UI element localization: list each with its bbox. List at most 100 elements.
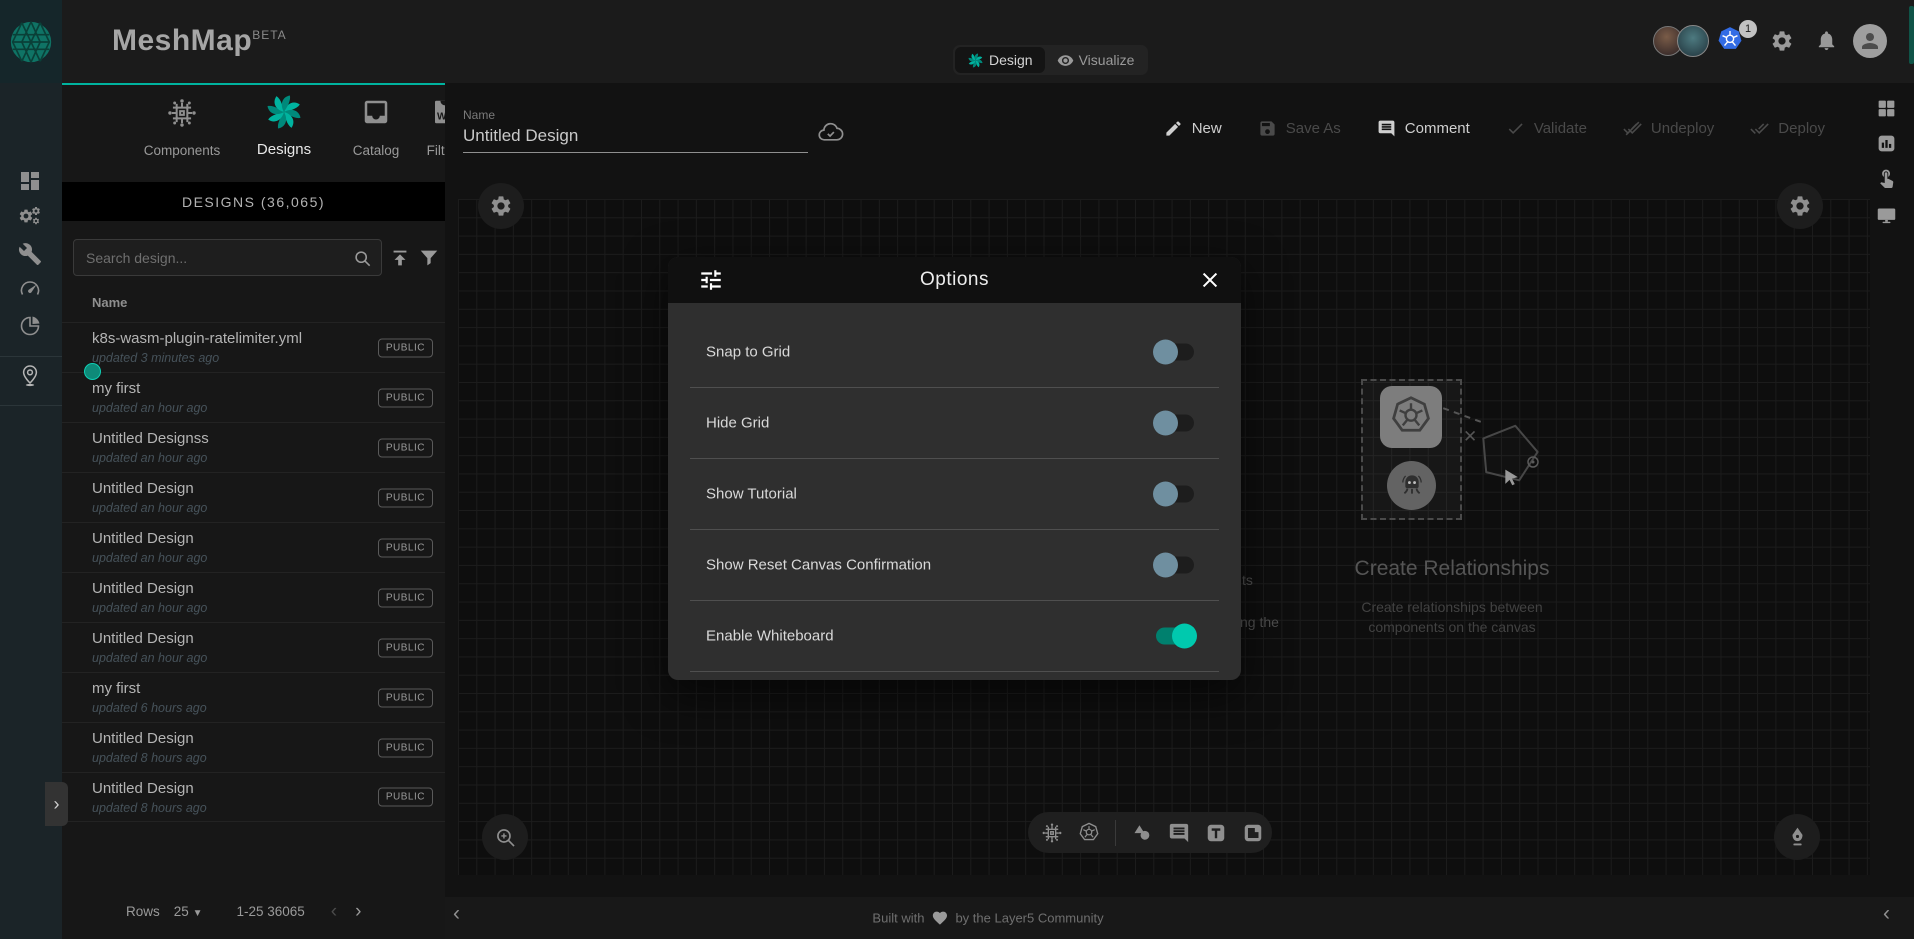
design-name: my first	[92, 680, 140, 697]
tab-design-label: Design	[989, 52, 1033, 68]
collaborator-dot	[84, 363, 101, 380]
deploy-button[interactable]: Deploy	[1750, 119, 1825, 138]
option-label: Show Tutorial	[706, 486, 797, 503]
performance-gauge-icon[interactable]	[18, 277, 42, 301]
tab-design[interactable]: Design	[955, 47, 1045, 73]
text-tool-icon[interactable]	[1205, 822, 1227, 844]
shapes-icon[interactable]	[1131, 822, 1153, 844]
option-show-tutorial: Show Tutorial	[690, 459, 1219, 530]
show-reset-canvas-confirmation-toggle[interactable]	[1156, 557, 1194, 574]
design-name-label: Name	[463, 108, 495, 122]
comment-button[interactable]: Comment	[1377, 119, 1470, 138]
collapse-left-chevron[interactable]: ‹	[453, 902, 460, 926]
list-item[interactable]: my firstupdated 6 hours agoPUBLIC	[62, 672, 445, 722]
option-show-reset-confirmation: Show Reset Canvas Confirmation	[690, 530, 1219, 601]
list-item[interactable]: Untitled Designupdated 8 hours agoPUBLIC	[62, 772, 445, 822]
designs-list: k8s-wasm-plugin-ratelimiter.ymlupdated 3…	[62, 322, 445, 822]
layer5-mesh-icon	[9, 20, 53, 64]
design-name-input[interactable]	[463, 126, 808, 153]
enable-whiteboard-toggle[interactable]	[1156, 628, 1194, 645]
lifecycle-gears-icon[interactable]	[18, 205, 42, 229]
comment-icon[interactable]	[1168, 822, 1190, 844]
app-title: MeshMapBETA	[112, 24, 287, 58]
prev-page-button[interactable]: ‹	[331, 902, 337, 921]
design-updated: updated an hour ago	[92, 551, 207, 565]
modal-title: Options	[668, 257, 1241, 303]
undeploy-button[interactable]: Undeploy	[1623, 119, 1714, 138]
canvas-config-button[interactable]	[1777, 183, 1823, 229]
right-drawer-handle[interactable]	[1909, 6, 1914, 64]
next-page-button[interactable]: ›	[355, 902, 361, 921]
dashboard-icon[interactable]	[18, 169, 42, 193]
snap-to-grid-toggle[interactable]	[1156, 344, 1194, 361]
kubernetes-mono-icon[interactable]	[1078, 822, 1100, 844]
squid-icon	[1395, 469, 1429, 503]
meshmap-pin-icon[interactable]	[18, 364, 42, 388]
beta-tag: BETA	[252, 28, 286, 42]
list-item[interactable]: k8s-wasm-plugin-ratelimiter.ymlupdated 3…	[62, 322, 445, 372]
option-label: Snap to Grid	[706, 344, 790, 361]
widgets-grid-icon[interactable]	[1876, 98, 1897, 119]
save-as-button[interactable]: Save As	[1258, 119, 1341, 138]
close-icon[interactable]	[1199, 269, 1221, 291]
tab-visualize[interactable]: Visualize	[1045, 47, 1147, 73]
layer5-logo[interactable]	[0, 0, 62, 83]
option-hide-grid: Hide Grid	[690, 388, 1219, 459]
search-icon	[352, 248, 373, 269]
pen-tool-button[interactable]	[1774, 814, 1820, 860]
search-input[interactable]	[84, 240, 344, 275]
notifications-bell-icon[interactable]	[1815, 29, 1838, 52]
profile-avatar[interactable]	[1853, 24, 1887, 58]
validate-button[interactable]: Validate	[1506, 119, 1587, 138]
hide-grid-toggle[interactable]	[1156, 415, 1194, 432]
footer-bar: Built with by the Layer5 Community	[445, 897, 1914, 939]
collaborator-avatar-2[interactable]	[1677, 25, 1709, 57]
extensions-pie-icon[interactable]	[18, 314, 42, 338]
components-chip-icon	[166, 97, 198, 129]
tab-components[interactable]: Components	[134, 87, 230, 171]
panel-expander-button[interactable]: ›	[45, 782, 68, 826]
visibility-badge: PUBLIC	[378, 388, 433, 407]
column-header-name: Name	[92, 295, 127, 310]
list-item[interactable]: Untitled Designupdated an hour agoPUBLIC	[62, 522, 445, 572]
configuration-tools-icon[interactable]	[18, 242, 42, 266]
monitor-icon[interactable]	[1876, 205, 1897, 226]
rows-label: Rows	[126, 904, 160, 919]
upload-icon[interactable]	[389, 247, 411, 269]
double-check-icon	[1750, 119, 1769, 138]
k8s-context-badge: 1	[1739, 20, 1757, 38]
save-icon	[1258, 119, 1277, 138]
list-item[interactable]: Untitled Designupdated 8 hours agoPUBLIC	[62, 722, 445, 772]
tab-catalog[interactable]: Catalog	[328, 87, 424, 171]
catalog-drawer-icon	[361, 97, 391, 127]
list-item[interactable]: Untitled Designupdated an hour agoPUBLIC	[62, 572, 445, 622]
new-button[interactable]: New	[1164, 119, 1222, 138]
touch-hand-icon[interactable]	[1876, 167, 1897, 188]
filter-funnel-icon[interactable]	[418, 247, 440, 269]
canvas-settings-button[interactable]	[478, 183, 524, 229]
design-name: Untitled Design	[92, 630, 194, 647]
pencil-icon	[1164, 119, 1183, 138]
design-name: Untitled Design	[92, 780, 194, 797]
gear-icon	[489, 194, 513, 218]
tab-designs[interactable]: Designs	[236, 87, 332, 171]
settings-gear-icon[interactable]	[1770, 29, 1794, 53]
list-item[interactable]: Untitled Designssupdated an hour agoPUBL…	[62, 422, 445, 472]
components-chip-icon[interactable]	[1041, 822, 1063, 844]
design-name: my first	[92, 380, 140, 397]
list-item[interactable]: my firstupdated an hour agoPUBLIC	[62, 372, 445, 422]
rows-per-page-select[interactable]: 25 ▼	[174, 904, 203, 919]
list-item[interactable]: Untitled Designupdated an hour agoPUBLIC	[62, 622, 445, 672]
design-name: Untitled Design	[92, 730, 194, 747]
list-item[interactable]: Untitled Designupdated an hour agoPUBLIC	[62, 472, 445, 522]
design-updated: updated 6 hours ago	[92, 701, 207, 715]
bar-chart-icon[interactable]	[1876, 133, 1897, 154]
design-name: Untitled Designss	[92, 430, 209, 447]
tutorial-description: Create relationships betweencomponents o…	[1315, 597, 1589, 637]
visibility-badge: PUBLIC	[378, 588, 433, 607]
tutorial-kubernetes-node	[1380, 386, 1442, 448]
image-tool-icon[interactable]	[1242, 822, 1264, 844]
show-tutorial-toggle[interactable]	[1156, 486, 1194, 503]
zoom-in-button[interactable]	[482, 814, 528, 860]
collapse-right-chevron[interactable]: ‹	[1883, 902, 1890, 926]
